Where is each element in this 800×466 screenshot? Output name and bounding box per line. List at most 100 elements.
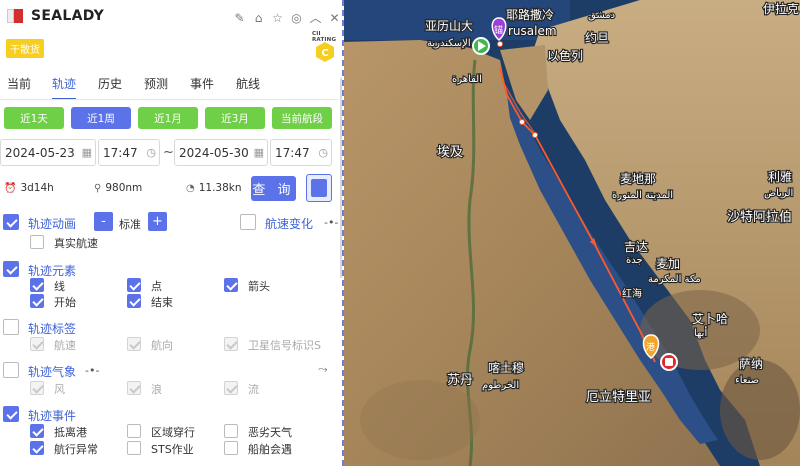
tab-routes[interactable]: 航线: [236, 75, 260, 92]
export-icon: [311, 179, 327, 197]
area-transit-checkbox[interactable]: [127, 424, 141, 438]
map-label: أبها: [694, 326, 707, 339]
edit-icon[interactable]: ✎: [232, 10, 247, 25]
range-1day-button[interactable]: 近1天: [4, 107, 64, 129]
speed-change-checkbox[interactable]: [240, 214, 256, 230]
line-checkbox[interactable]: [30, 278, 44, 292]
map-label: 伊拉克: [763, 1, 799, 16]
calendar-icon[interactable]: ▦: [254, 146, 264, 159]
map-label: 利雅: [768, 169, 792, 184]
map-label: الرياض: [764, 188, 793, 199]
export-track-button[interactable]: [306, 174, 332, 202]
range-separator: ~: [163, 145, 174, 160]
map-label: 苏丹: [447, 372, 473, 388]
track-start-marker[interactable]: [472, 37, 490, 55]
tab-current[interactable]: 当前: [7, 75, 31, 92]
query-button[interactable]: 查 询: [251, 176, 296, 201]
range-1week-button[interactable]: 近1周: [71, 107, 131, 129]
map-label: صنعاء: [735, 375, 759, 386]
track-point[interactable]: [532, 132, 538, 138]
weather-section-title: 轨迹气象: [28, 365, 77, 379]
map-label: جدة: [626, 255, 643, 266]
point-label: 点: [151, 280, 162, 293]
animation-checkbox[interactable]: [3, 214, 19, 230]
port-label: 港: [646, 341, 655, 353]
header-actions: ✎ ⌂ ☆ ◎ ︿ ✕: [232, 10, 342, 26]
tab-forecast[interactable]: 预测: [144, 75, 168, 92]
calendar-icon[interactable]: ▦: [82, 146, 92, 159]
map-label: 喀土穆: [488, 360, 524, 375]
track-point[interactable]: [497, 41, 503, 47]
distance-stat: ⚲ 980nm: [94, 182, 142, 194]
collapse-icon[interactable]: ︿: [308, 10, 323, 25]
arrow-checkbox[interactable]: [224, 278, 238, 292]
speed-change-title: 航速变化: [265, 217, 314, 231]
star-icon[interactable]: ☆: [270, 10, 285, 25]
events-section-title: 轨迹事件: [28, 409, 77, 423]
start-time-value: 17:47: [103, 145, 138, 160]
cii-grade-badge[interactable]: C: [314, 41, 336, 63]
point-checkbox[interactable]: [127, 278, 141, 292]
label-satellite-label: 卫星信号标识S: [248, 339, 321, 352]
end-time-input[interactable]: 17:47 ◷: [270, 139, 332, 166]
label-course-checkbox[interactable]: [127, 337, 141, 351]
target-icon[interactable]: ◎: [289, 10, 304, 25]
tag-icon[interactable]: ⌂: [251, 10, 266, 25]
start-date-input[interactable]: 2024-05-23 ▦: [0, 139, 96, 166]
elements-checkbox[interactable]: [3, 261, 19, 277]
current-checkbox[interactable]: [224, 381, 238, 395]
map-label: 红海: [622, 287, 642, 300]
start-checkbox[interactable]: [30, 294, 44, 308]
end-date-value: 2024-05-30: [179, 145, 249, 160]
anchor-label: 锚: [494, 24, 503, 36]
tab-history[interactable]: 历史: [98, 75, 122, 92]
wave-checkbox[interactable]: [127, 381, 141, 395]
speed-minus-button[interactable]: -: [94, 212, 113, 231]
end-time-value: 17:47: [275, 145, 310, 160]
tab-events[interactable]: 事件: [190, 75, 214, 92]
real-speed-checkbox[interactable]: [30, 235, 44, 249]
range-current-leg-button[interactable]: 当前航段: [272, 107, 332, 129]
range-1month-button[interactable]: 近1月: [138, 107, 198, 129]
map-label: 麦加: [656, 257, 680, 271]
flag-icon: [7, 9, 23, 23]
panel-scrollbar[interactable]: [340, 78, 342, 278]
animation-speed-label: 标准: [119, 218, 141, 231]
map-label: 艾卜哈: [692, 312, 728, 326]
start-time-input[interactable]: 17:47 ◷: [98, 139, 160, 166]
port-call-label: 抵离港: [54, 426, 87, 439]
map-label: 以色列: [547, 49, 583, 63]
nav-anomaly-checkbox[interactable]: [30, 441, 44, 455]
clock-icon[interactable]: ◷: [146, 146, 156, 159]
map-label: الخرطوم: [482, 380, 519, 391]
close-icon[interactable]: ✕: [327, 10, 342, 25]
speedometer-icon: ◔: [186, 182, 195, 194]
label-speed-checkbox[interactable]: [30, 337, 44, 351]
tab-track[interactable]: 轨迹: [52, 75, 76, 92]
track-point[interactable]: [519, 119, 525, 125]
speed-plus-button[interactable]: +: [148, 212, 167, 231]
labels-checkbox[interactable]: [3, 319, 19, 335]
end-checkbox[interactable]: [127, 294, 141, 308]
wind-checkbox[interactable]: [30, 381, 44, 395]
clock-icon[interactable]: ◷: [318, 146, 328, 159]
port-call-checkbox[interactable]: [30, 424, 44, 438]
track-end-marker[interactable]: [660, 353, 678, 371]
bad-weather-checkbox[interactable]: [224, 424, 238, 438]
arrow-label: 箭头: [248, 280, 270, 293]
encounter-checkbox[interactable]: [224, 441, 238, 455]
distance-value: 980nm: [105, 182, 143, 194]
sts-checkbox[interactable]: [127, 441, 141, 455]
map-label: الإسكندرية: [427, 38, 471, 49]
label-satellite-checkbox[interactable]: [224, 337, 238, 351]
range-3month-button[interactable]: 近3月: [205, 107, 265, 129]
wind-settings-icon[interactable]: ⤳: [318, 362, 328, 377]
end-date-input[interactable]: 2024-05-30 ▦: [174, 139, 268, 166]
start-label: 开始: [54, 296, 76, 309]
duration-stat: ⏰ 3d14h: [4, 182, 54, 194]
sts-label: STS作业: [151, 443, 194, 456]
map-label: 亚历山大: [425, 19, 473, 33]
weather-checkbox[interactable]: [3, 362, 19, 378]
map-label: 麦地那: [620, 172, 656, 186]
events-checkbox[interactable]: [3, 406, 19, 422]
